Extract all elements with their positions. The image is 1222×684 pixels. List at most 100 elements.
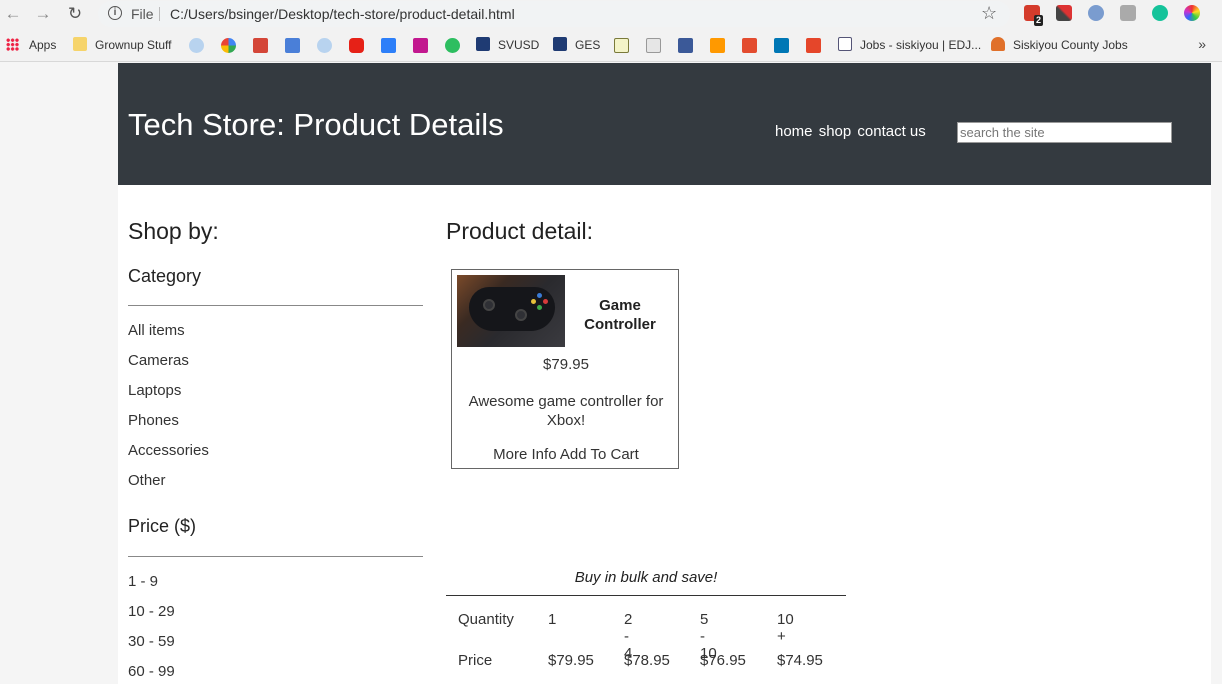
back-icon[interactable]: ← [2,3,24,25]
product-description: Awesome game controller for Xbox! [468,393,664,429]
category-link-laptops[interactable]: Laptops [128,382,181,399]
bookmark-label: GES [575,38,601,52]
page: Tech Store: Product Details home shop co… [118,63,1211,684]
omnibox-separator [159,7,160,21]
bookmark-label: Apps [29,38,57,52]
table-cell: $78.95 [624,652,670,669]
nav-shop-link[interactable]: shop [819,123,852,140]
top-nav: home shop contact us [775,123,928,140]
bookmark-svusd[interactable]: SVUSD [476,37,539,54]
file-scheme-label: File [131,6,154,22]
more-info-link[interactable]: More Info [493,446,556,463]
youtube-bookmark-icon[interactable] [349,38,364,53]
browser-toolbar: ← → ↻ i File C:/Users/bsinger/Desktop/te… [0,0,1222,29]
scissors-extension-icon[interactable] [1056,5,1072,21]
url-text[interactable]: C:/Users/bsinger/Desktop/tech-store/prod… [170,6,515,22]
extension-badge: 2 [1034,15,1044,26]
table-cell: 1 [548,611,557,628]
bookmark-grownup-stuff[interactable]: Grownup Stuff [73,37,172,54]
table-cell: $74.95 [777,652,823,669]
bookmark-label: Jobs - siskiyou | EDJ... [860,38,982,52]
product-detail-heading: Product detail: [446,218,594,244]
category-divider [128,305,423,306]
info-icon[interactable]: i [108,6,122,20]
bookmarks-bar: Apps Grownup Stuff SVUSD GES Jobs - sisk… [0,29,1222,62]
button-a [537,305,542,310]
bookmark-siskiyou-jobs[interactable]: Siskiyou County Jobs [991,37,1128,54]
docs-bookmark-icon[interactable] [646,38,661,53]
button-b [543,299,548,304]
product-card: Game Controller $79.95 Awesome game cont… [451,269,679,469]
grammarly-extension-icon[interactable] [1152,5,1168,21]
county-icon [991,37,1005,51]
address-bar[interactable]: i File C:/Users/bsinger/Desktop/tech-sto… [98,1,1010,27]
pdf-extension-icon[interactable] [1120,5,1136,21]
bulk-divider [446,595,846,596]
table-row-header-quantity: Quantity [458,611,514,628]
snowflake2-bookmark-icon[interactable] [317,38,332,53]
todoist-bookmark-icon[interactable] [742,38,757,53]
bookmark-ges[interactable]: GES [553,37,600,54]
price-range-link[interactable]: 10 - 29 [128,603,175,620]
bookmarks-overflow-icon[interactable]: » [1198,36,1206,52]
reload-icon[interactable]: ↻ [64,3,86,25]
table-cell: 10 + [777,611,794,645]
table-row-header-price: Price [458,652,493,669]
main-content: Product detail: Game Controller $79.95 A… [446,218,846,669]
table-cell: $76.95 [700,652,746,669]
bookmark-star-icon[interactable]: ☆ [981,3,997,24]
edjoin-icon [838,37,852,51]
google-bookmark-icon[interactable] [221,38,236,53]
forward-icon[interactable]: → [32,3,54,25]
price-range-link[interactable]: 1 - 9 [128,573,158,590]
nav-home-link[interactable]: home [775,123,813,140]
reader-extension-icon[interactable] [1088,5,1104,21]
product-name: Game Controller [584,297,656,333]
bookmark-apps[interactable]: Apps [6,37,56,54]
sidebar: Shop by: Category All items Cameras Lapt… [128,218,423,680]
product-actions: More Info Add To Cart [452,446,680,463]
right-stick [515,309,527,321]
facebook-bookmark-icon[interactable] [678,38,693,53]
bookmark-label: Siskiyou County Jobs [1013,38,1128,52]
amazon-bookmark-icon[interactable] [710,38,725,53]
color-extension-icon[interactable] [1184,5,1200,21]
shop-by-heading: Shop by: [128,218,219,244]
bookmark-label: Grownup Stuff [95,38,172,52]
button-y [531,299,536,304]
bookmark-label: SVUSD [498,38,540,52]
bulk-caption: Buy in bulk and save! [574,569,718,586]
search-input[interactable] [957,122,1172,143]
table-cell: $79.95 [548,652,594,669]
nav-contact-link[interactable]: contact us [857,123,925,140]
bookmark-jobs-edjoin[interactable]: Jobs - siskiyou | EDJ... [838,37,981,54]
product-image [457,275,565,347]
linkedin-bookmark-icon[interactable] [774,38,789,53]
price-divider [128,556,423,557]
price-range-link[interactable]: 60 - 99 [128,663,175,680]
category-heading: Category [128,266,202,286]
evernote-bookmark-icon[interactable] [445,38,460,53]
snowflake-bookmark-icon[interactable] [189,38,204,53]
p-bookmark-icon[interactable] [806,38,821,53]
category-link-accessories[interactable]: Accessories [128,442,209,459]
pinterest-like-bookmark-icon[interactable] [413,38,428,53]
button-x [537,293,542,298]
khan-bookmark-icon[interactable] [614,38,629,53]
category-link-all-items[interactable]: All items [128,322,185,339]
ges-icon [553,37,567,51]
price-range-link[interactable]: 30 - 59 [128,633,175,650]
svusd-icon [476,37,490,51]
calendar-bookmark-icon[interactable] [285,38,300,53]
controller-shape [469,287,555,331]
category-link-phones[interactable]: Phones [128,412,179,429]
gmail-bookmark-icon[interactable] [253,38,268,53]
category-link-cameras[interactable]: Cameras [128,352,189,369]
add-to-cart-link[interactable]: Add To Cart [560,446,639,463]
category-link-other[interactable]: Other [128,472,166,489]
price-heading: Price ($) [128,516,197,536]
folder-icon [73,37,87,51]
site-header: Tech Store: Product Details home shop co… [118,63,1211,185]
dropbox-bookmark-icon[interactable] [381,38,396,53]
site-title: Tech Store: Product Details [128,107,504,142]
